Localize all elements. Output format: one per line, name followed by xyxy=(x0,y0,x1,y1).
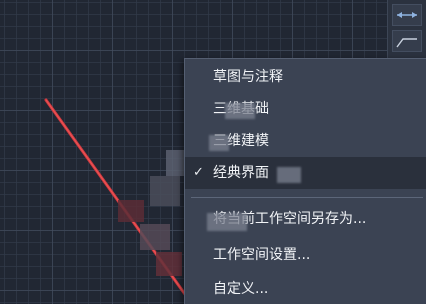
menu-item-classic[interactable]: ✓ 经典界面 xyxy=(185,157,426,189)
menu-item-drafting-annotation[interactable]: 草图与注释 xyxy=(185,61,426,93)
check-icon: ✓ xyxy=(193,165,204,180)
mosaic-block xyxy=(166,150,184,176)
menu-item-label: 工作空间设置... xyxy=(213,247,311,263)
mosaic-block xyxy=(209,135,229,151)
mosaic-block xyxy=(118,200,144,222)
side-toolbar xyxy=(387,0,426,62)
menu-item-workspace-settings[interactable]: 工作空间设置... xyxy=(185,239,426,271)
mosaic-block xyxy=(225,103,255,119)
mosaic-block xyxy=(150,176,180,206)
menu-item-label: 自定义... xyxy=(213,281,269,297)
menu-item-label: 经典界面 xyxy=(213,165,269,181)
workspace-context-menu: 草图与注释 三维基础 三维建模 ✓ 经典界面 将当前工作空间另存为... 工作空… xyxy=(184,58,426,304)
mosaic-block xyxy=(156,252,182,276)
mosaic-block xyxy=(277,167,301,183)
menu-item-3d-basics[interactable]: 三维基础 xyxy=(185,93,426,125)
mosaic-block xyxy=(140,224,170,250)
polyline-icon[interactable] xyxy=(392,30,422,52)
menu-item-customize[interactable]: 自定义... xyxy=(185,273,426,304)
menu-item-label: 草图与注释 xyxy=(213,69,283,85)
arrow-align-icon[interactable] xyxy=(392,4,422,26)
menu-separator xyxy=(191,197,423,198)
drawing-canvas[interactable]: 草图与注释 三维基础 三维建模 ✓ 经典界面 将当前工作空间另存为... 工作空… xyxy=(0,0,426,304)
mosaic-block xyxy=(207,213,247,231)
